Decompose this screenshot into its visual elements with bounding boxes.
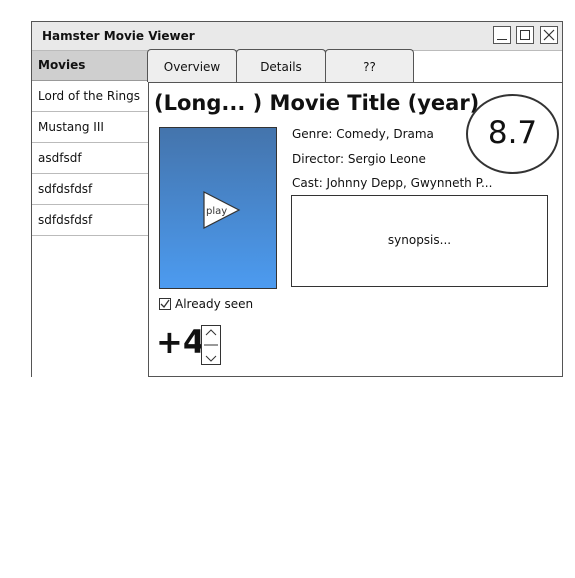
- tab-more[interactable]: ??: [325, 49, 414, 82]
- cast-text: Cast: Johnny Depp, Gwynneth P...: [292, 176, 493, 190]
- sidebar-item-asdfsdf[interactable]: asdfsdf: [32, 143, 148, 174]
- maximize-button[interactable]: [516, 26, 534, 44]
- chevron-down-icon[interactable]: [202, 352, 220, 365]
- count-value: +4: [156, 323, 206, 361]
- title-bar: Hamster Movie Viewer: [32, 22, 562, 51]
- play-icon[interactable]: play: [202, 190, 242, 230]
- close-icon: [543, 29, 555, 41]
- sidebar-item-sdfdsfdsf-2[interactable]: sdfdsfdsf: [32, 205, 148, 236]
- movie-title: (Long... ) Movie Title (year): [154, 91, 480, 115]
- play-label: play: [206, 206, 227, 217]
- synopsis-box: synopsis...: [291, 195, 548, 287]
- already-seen-option[interactable]: Already seen: [159, 297, 253, 311]
- sidebar-header: Movies: [32, 51, 148, 81]
- checkmark-icon: [160, 299, 170, 309]
- sidebar-item-mustang-iii[interactable]: Mustang III: [32, 112, 148, 143]
- poster-video[interactable]: play: [159, 127, 277, 289]
- window-title: Hamster Movie Viewer: [42, 29, 195, 43]
- minimize-button[interactable]: [493, 26, 511, 44]
- count-stepper[interactable]: [201, 325, 221, 365]
- stepper-divider: [204, 344, 218, 346]
- already-seen-label: Already seen: [175, 297, 254, 311]
- movies-sidebar: Movies Lord of the Rings Mustang III asd…: [32, 51, 149, 377]
- sidebar-item-lord-of-the-rings[interactable]: Lord of the Rings: [32, 81, 148, 112]
- app-window: Hamster Movie Viewer Movies Lord of the …: [31, 21, 563, 377]
- overview-panel: (Long... ) Movie Title (year) 8.7 play G…: [149, 82, 562, 378]
- sidebar-item-sdfdsfdsf[interactable]: sdfdsfdsf: [32, 174, 148, 205]
- chevron-up-icon[interactable]: [202, 326, 220, 339]
- rating-badge: 8.7: [466, 94, 559, 174]
- tab-overview[interactable]: Overview: [147, 49, 237, 82]
- close-button[interactable]: [540, 26, 558, 44]
- genre-text: Genre: Comedy, Drama: [292, 127, 434, 141]
- director-text: Director: Sergio Leone: [292, 152, 426, 166]
- already-seen-checkbox[interactable]: [159, 298, 171, 310]
- tab-details[interactable]: Details: [236, 49, 326, 82]
